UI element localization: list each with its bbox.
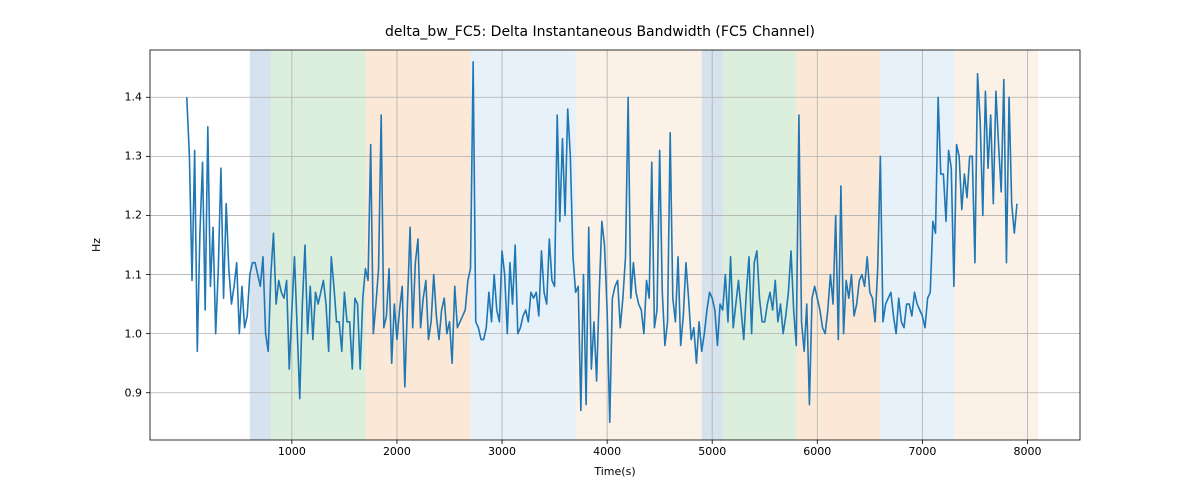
- x-axis-label: Time(s): [150, 465, 1080, 478]
- chart-title: delta_bw_FC5: Delta Instantaneous Bandwi…: [0, 24, 1200, 40]
- plot-svg: [150, 50, 1080, 440]
- y-tick-label: 1.0: [125, 327, 143, 340]
- x-tick-label: 8000: [1013, 445, 1041, 458]
- background-band: [576, 50, 702, 440]
- x-tick-label: 1000: [278, 445, 306, 458]
- x-tick-label: 2000: [383, 445, 411, 458]
- y-tick-label: 1.4: [125, 91, 143, 104]
- y-tick-label: 0.9: [125, 386, 143, 399]
- x-tick-label: 6000: [803, 445, 831, 458]
- background-band: [271, 50, 366, 440]
- x-tick-label: 7000: [908, 445, 936, 458]
- background-band: [880, 50, 954, 440]
- x-tick-label: 5000: [698, 445, 726, 458]
- y-axis-label: Hz: [90, 50, 110, 440]
- y-tick-label: 1.3: [125, 150, 143, 163]
- x-tick-label: 3000: [488, 445, 516, 458]
- x-tick-label: 4000: [593, 445, 621, 458]
- y-tick-label: 1.2: [125, 209, 143, 222]
- figure: delta_bw_FC5: Delta Instantaneous Bandwi…: [0, 0, 1200, 500]
- background-band: [471, 50, 576, 440]
- axes: 10002000300040005000600070008000 0.91.01…: [150, 50, 1080, 440]
- y-tick-label: 1.1: [125, 268, 143, 281]
- background-band: [250, 50, 271, 440]
- background-band: [723, 50, 797, 440]
